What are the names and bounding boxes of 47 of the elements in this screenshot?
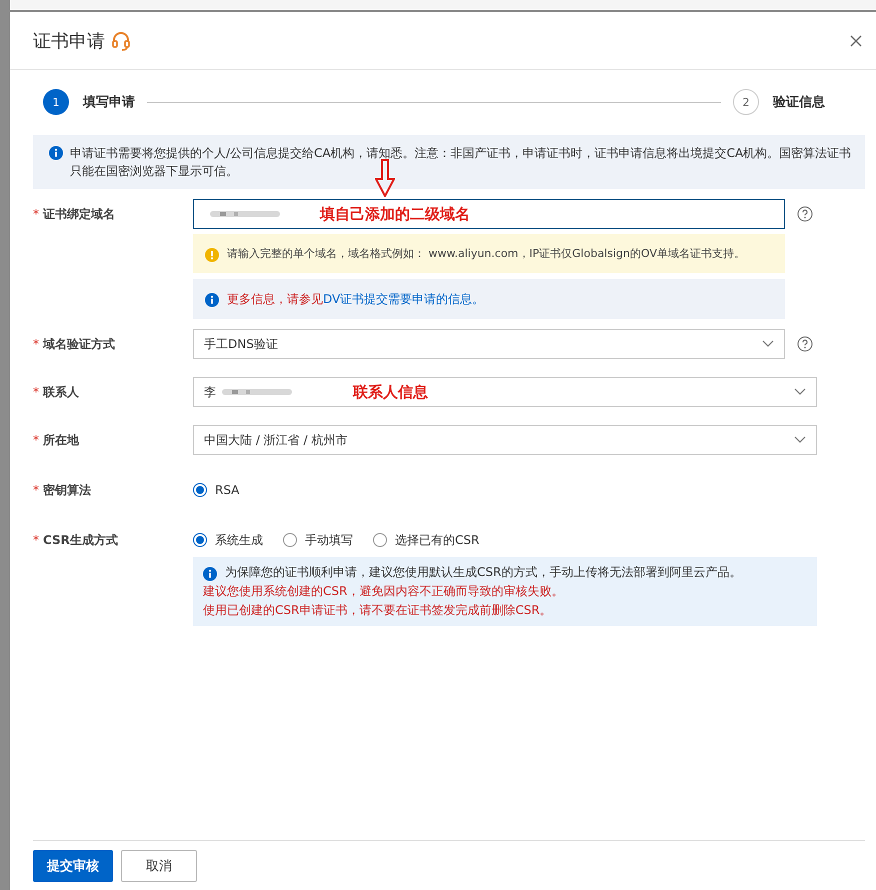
info-text: 更多信息，请参见DV证书提交需要申请的信息。 [227,290,484,308]
annotation-text: 填自己添加的二级域名 [320,205,470,224]
required-mark: * [33,337,39,351]
select-field[interactable]: 李 联系人信息 [193,377,817,407]
chevron-down-icon [794,388,806,396]
help-icon[interactable] [797,206,813,222]
step-label[interactable]: 填写申请 [83,93,135,111]
note-text: 为保障您的证书顺利申请，建议您使用默认生成CSR的方式，手动上传将无法部署到阿里云产品。 [225,564,742,581]
field-label: CSR生成方式 [43,533,118,547]
radio-option[interactable]: RSA [193,483,240,497]
required-mark: * [33,483,39,497]
field-label: 联系人 [43,385,79,399]
required-mark: * [33,207,39,221]
radio-option[interactable]: 选择已有的CSR [373,532,480,548]
domain-input-field[interactable]: 填自己添加的二级域名 [193,199,785,229]
warning-text: 建议您使用系统创建的CSR，避免因内容不正确而导致的审核失败。 [203,583,564,600]
warning-icon [205,248,219,262]
field-label: 所在地 [43,433,79,447]
chevron-down-icon [794,436,806,444]
cancel-button[interactable]: 取消 [121,850,197,882]
info-link[interactable]: DV证书提交需要申请的信息。 [323,292,484,306]
info-icon [205,293,219,307]
radio-option[interactable]: 手动填写 [283,532,353,548]
field-label: 域名验证方式 [43,337,115,351]
chevron-down-icon [762,340,774,348]
notice-text: 申请证书需要将您提供的个人/公司信息提交给CA机构，请知悉。注意：非国产证书，申请证书时，证书申请信息将出境提交CA机构。国密算法证书只能在国密浏览器下显示可信。 [70,145,852,180]
dialog-title: 证书申请 [33,30,105,52]
field-label: 证书绑定域名 [43,207,115,221]
required-mark: * [33,433,39,447]
select-field[interactable]: 中国大陆 / 浙江省 / 杭州市 [193,425,817,455]
select-field[interactable]: 手工DNS验证 [193,329,785,359]
info-icon [203,566,217,580]
required-mark: * [33,385,39,399]
info-icon [49,146,63,160]
submit-button[interactable]: 提交审核 [33,850,113,882]
warning-text: 请输入完整的单个域名，域名格式例如： www.aliyun.com，IP证书仅Globalsign的OV单域名证书支持。 [227,246,745,261]
annotation-text: 联系人信息 [353,383,428,402]
headset-icon[interactable] [111,30,131,50]
required-mark: * [33,533,39,547]
field-label: 密钥算法 [43,483,91,497]
close-icon[interactable] [850,34,862,46]
help-icon[interactable] [797,336,813,352]
step-number[interactable]: 2 [733,89,759,115]
step-label[interactable]: 验证信息 [773,93,825,111]
warning-text: 使用已创建的CSR申请证书，请不要在证书签发完成前删除CSR。 [203,602,553,619]
radio-option[interactable]: 系统生成 [193,532,263,548]
step-number[interactable]: 1 [43,89,69,115]
